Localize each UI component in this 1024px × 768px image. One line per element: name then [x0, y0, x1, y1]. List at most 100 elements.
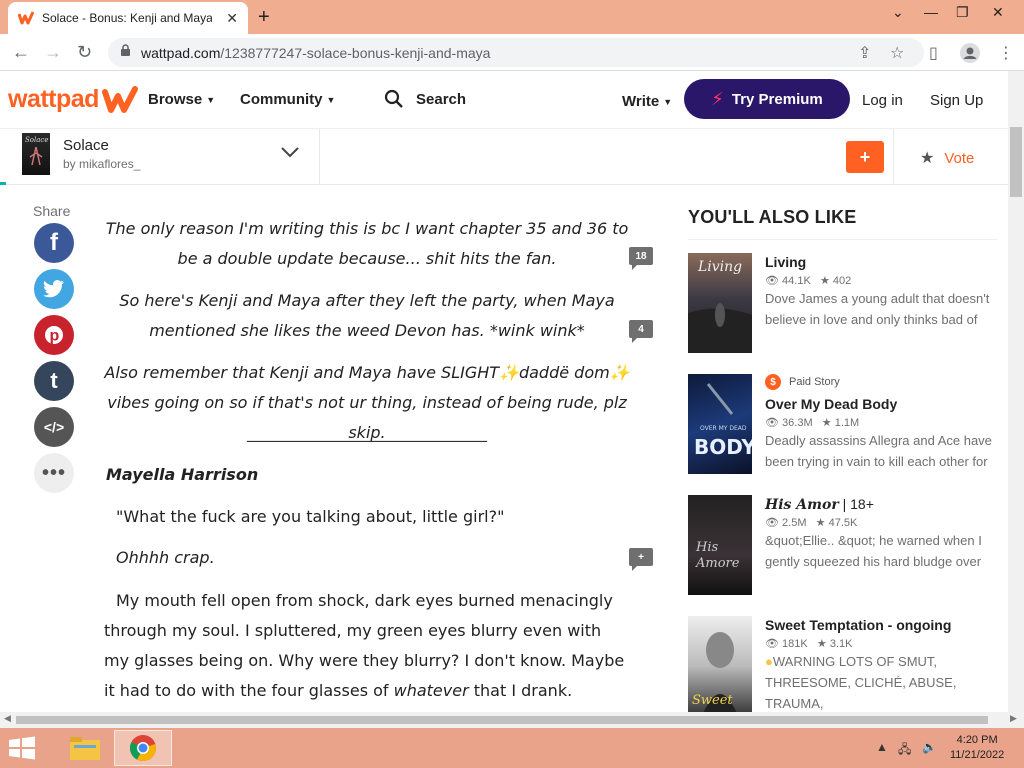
- chrome-menu-icon[interactable]: ⋮: [998, 43, 1014, 63]
- browse-menu[interactable]: Browse ▼: [148, 91, 215, 108]
- reload-icon[interactable]: ↻: [77, 42, 92, 63]
- story-cover-thumbnail[interactable]: Solace: [22, 133, 50, 175]
- book-title[interactable]: Over My Dead Body: [765, 396, 897, 412]
- browser-toolbar: ← → ↻ wattpad.com/1238777247-solace-bonu…: [0, 34, 1024, 71]
- star-icon: ★: [819, 275, 830, 287]
- inline-comment-button[interactable]: +: [629, 548, 653, 571]
- tumblr-share-icon[interactable]: t: [34, 361, 74, 401]
- community-menu[interactable]: Community ▼: [240, 91, 335, 108]
- scrollbar-thumb[interactable]: [1010, 127, 1022, 197]
- recommendation-card[interactable]: OVER MY DEAD BODY $ Paid Story Over My De…: [688, 374, 998, 474]
- book-cover[interactable]: Living: [688, 253, 752, 353]
- inline-comment-button[interactable]: 18: [629, 247, 653, 270]
- embed-code-icon[interactable]: </>: [34, 407, 74, 447]
- vertical-scrollbar[interactable]: [1008, 71, 1024, 712]
- new-tab-icon[interactable]: +: [258, 6, 270, 29]
- profile-avatar-icon[interactable]: [960, 43, 980, 68]
- search-button[interactable]: Search: [384, 89, 466, 109]
- book-cover[interactable]: OVER MY DEAD BODY: [688, 374, 756, 474]
- divider: [319, 129, 320, 185]
- premium-label: Try Premium: [731, 90, 823, 108]
- story-author[interactable]: by mikaflores_: [63, 157, 140, 171]
- book-description: ●WARNING LOTS OF SMUT, THREESOME, CLICHÉ…: [765, 654, 957, 711]
- eye-icon: 👁: [765, 275, 779, 287]
- story-title[interactable]: Solace: [63, 137, 109, 154]
- book-title[interactable]: His Amor | 18+: [765, 496, 874, 513]
- recommendation-card[interactable]: Sweet Sweet Temptation - ongoing 👁 181K …: [688, 616, 998, 712]
- coin-icon: $: [765, 374, 781, 390]
- lock-icon[interactable]: [120, 43, 131, 62]
- signup-link[interactable]: Sign Up: [930, 92, 983, 109]
- browser-tab[interactable]: Solace - Bonus: Kenji and Maya - ✕: [8, 2, 248, 34]
- scroll-left-icon[interactable]: ◀: [4, 713, 11, 724]
- story-paragraph: "What the fuck are you talking about, li…: [116, 507, 505, 526]
- tab-search-icon[interactable]: ⌄: [892, 4, 904, 21]
- section-divider: ______________________________: [247, 423, 487, 442]
- pov-heading: Mayella Harrison: [106, 465, 259, 484]
- scrollbar-thumb[interactable]: [16, 716, 988, 724]
- tab-close-icon[interactable]: ✕: [226, 10, 238, 27]
- pinterest-share-icon[interactable]: p: [34, 315, 74, 355]
- story-paragraph: Ohhhh crap.: [116, 548, 215, 567]
- chevron-down-icon: ▼: [663, 97, 673, 108]
- taskbar-clock[interactable]: 4:20 PM 11/21/2022: [950, 733, 1004, 763]
- recommendation-card[interactable]: Living Living 👁 44.1K ★ 402 Dove James a…: [688, 253, 998, 353]
- horizontal-scrollbar[interactable]: ◀ ▶: [0, 712, 1024, 728]
- book-cover[interactable]: His Amore: [688, 495, 752, 595]
- svg-text:Solace: Solace: [25, 136, 49, 144]
- facebook-share-icon[interactable]: f: [34, 223, 74, 263]
- svg-text:OVER MY DEAD: OVER MY DEAD: [700, 425, 747, 432]
- volume-icon[interactable]: 🔈: [922, 740, 937, 754]
- story-text-italic: whatever: [393, 681, 469, 700]
- eye-icon: 👁: [765, 417, 779, 429]
- chevron-down-icon: ▼: [326, 95, 336, 106]
- star-icon: ★: [821, 417, 832, 429]
- chrome-taskbar-icon[interactable]: [114, 730, 172, 766]
- clock-time: 4:20 PM: [956, 734, 998, 746]
- windows-start-icon[interactable]: [8, 736, 36, 765]
- twitter-share-icon[interactable]: [34, 269, 74, 309]
- book-title[interactable]: Sweet Temptation - ongoing: [765, 617, 951, 633]
- write-menu[interactable]: Write ▼: [622, 93, 672, 110]
- inline-comment-button[interactable]: 4: [629, 320, 653, 343]
- wattpad-logo[interactable]: wattpad: [8, 85, 138, 114]
- add-to-library-button[interactable]: +: [846, 141, 884, 173]
- try-premium-button[interactable]: ⚡ Try Premium: [684, 79, 850, 119]
- close-window-icon[interactable]: ✕: [992, 4, 1004, 21]
- login-link[interactable]: Log in: [862, 92, 903, 109]
- recommendation-card[interactable]: His Amore His Amor | 18+ 👁 2.5M ★ 47.5K &…: [688, 495, 998, 595]
- more-share-options-icon[interactable]: •••: [34, 453, 74, 493]
- book-stats: 👁 181K ★ 3.1K: [765, 638, 853, 650]
- svg-text:p: p: [50, 328, 60, 345]
- book-description: &quot;Ellie.. &quot; he warned when I ge…: [765, 533, 982, 569]
- book-cover[interactable]: Sweet: [688, 616, 752, 712]
- side-panel-icon[interactable]: ▯: [929, 43, 938, 63]
- clock-date: 11/21/2022: [950, 749, 1005, 761]
- eye-icon: 👁: [765, 638, 779, 650]
- divider: [893, 129, 894, 185]
- star-icon: ★: [920, 150, 935, 167]
- bookmark-star-icon[interactable]: ☆: [890, 43, 904, 63]
- back-icon[interactable]: ←: [12, 42, 30, 63]
- forward-icon[interactable]: →: [44, 42, 62, 63]
- vote-button[interactable]: ★ Vote: [920, 148, 974, 168]
- book-title[interactable]: Living: [765, 254, 806, 270]
- star-icon: ★: [815, 517, 826, 529]
- minimize-icon[interactable]: —: [924, 4, 938, 20]
- chevron-down-icon: ▼: [206, 95, 216, 106]
- note-text: daddë dom: [518, 363, 610, 382]
- scroll-right-icon[interactable]: ▶: [1010, 713, 1017, 724]
- show-hidden-icons-icon[interactable]: ▲: [876, 740, 888, 754]
- svg-text:Amore: Amore: [695, 556, 740, 571]
- chapter-list-chevron-icon[interactable]: [281, 143, 299, 164]
- restore-icon[interactable]: ❐: [956, 4, 969, 21]
- share-page-icon[interactable]: ⇪: [858, 43, 871, 63]
- sparkles-icon: ✨: [499, 363, 519, 382]
- file-explorer-icon[interactable]: [56, 730, 114, 766]
- wattpad-header: wattpad Browse ▼ Community ▼ Search Write ▼…: [0, 71, 1008, 129]
- warning-emoji-icon: ●: [765, 654, 773, 669]
- svg-text:BODY: BODY: [694, 435, 752, 459]
- network-icon[interactable]: 🖧: [898, 740, 911, 761]
- star-icon: ★: [816, 638, 827, 650]
- address-bar[interactable]: wattpad.com/1238777247-solace-bonus-kenj…: [108, 38, 924, 67]
